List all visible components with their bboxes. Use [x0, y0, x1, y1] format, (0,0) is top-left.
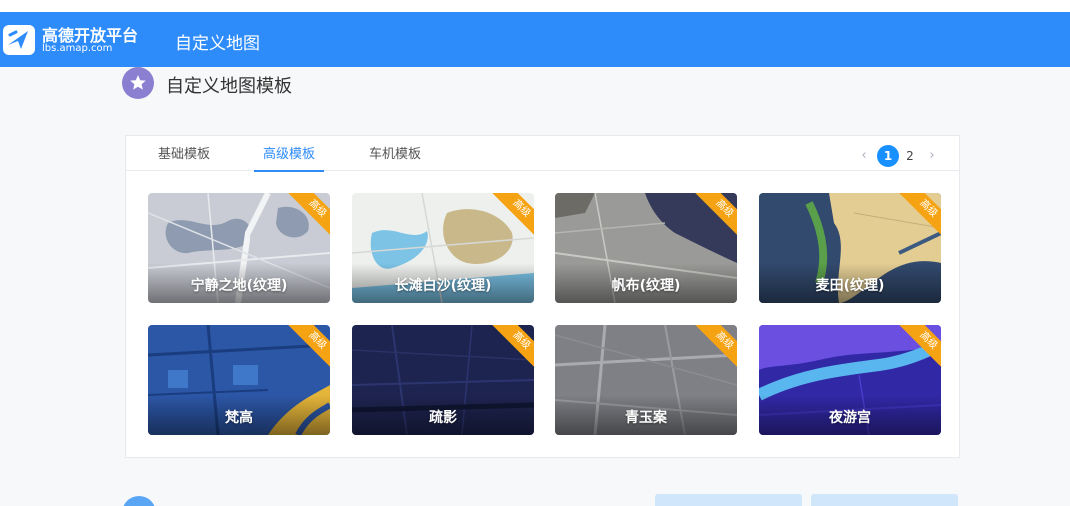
template-name: 青玉案	[625, 410, 667, 426]
page-1-button[interactable]: 1	[877, 145, 899, 167]
section-title: 自定义地图模板	[166, 76, 292, 97]
next-section-icon	[122, 496, 156, 506]
template-name: 长滩白沙(纹理)	[394, 278, 492, 294]
template-card[interactable]: 高级 帆布(纹理)	[555, 193, 737, 303]
template-name: 麦田(纹理)	[815, 278, 885, 294]
amap-logo[interactable]: 高德开放平台 lbs.amap.com	[2, 21, 142, 59]
nav-title[interactable]: 自定义地图	[175, 29, 260, 54]
prev-page-icon[interactable]: ‹	[853, 145, 875, 167]
template-card[interactable]: 高级 青玉案	[555, 325, 737, 435]
template-card[interactable]: 高级 宁静之地(纹理)	[148, 193, 330, 303]
star-icon	[122, 67, 154, 99]
template-name: 夜游宫	[829, 410, 871, 426]
template-name: 帆布(纹理)	[611, 278, 681, 294]
template-card[interactable]: 高级 麦田(纹理)	[759, 193, 941, 303]
template-name: 宁静之地(纹理)	[190, 278, 288, 294]
next-page-icon[interactable]: ›	[921, 145, 943, 167]
template-tabs: 基础模板 高级模板 车机模板 ‹ 1 2 ›	[126, 136, 959, 172]
template-card[interactable]: 高级 梵高	[148, 325, 330, 435]
brand-domain: lbs.amap.com	[42, 43, 113, 54]
top-strip	[0, 0, 1070, 12]
amap-logo-icon	[3, 25, 35, 55]
template-card[interactable]: 高级 夜游宫	[759, 325, 941, 435]
action-button[interactable]	[811, 494, 958, 506]
page-2-button[interactable]: 2	[899, 145, 921, 167]
template-panel: 基础模板 高级模板 车机模板 ‹ 1 2 › 高级 宁静之地(纹理) 高级 长滩…	[125, 135, 960, 458]
template-card[interactable]: 高级 疏影	[352, 325, 534, 435]
tab-car[interactable]: 车机模板	[369, 136, 421, 171]
pagination: ‹ 1 2 ›	[853, 145, 935, 167]
action-button[interactable]	[655, 494, 802, 506]
tab-basic[interactable]: 基础模板	[158, 136, 210, 171]
tab-advanced[interactable]: 高级模板	[253, 136, 325, 172]
top-navbar: 高德开放平台 lbs.amap.com 自定义地图	[0, 12, 1070, 67]
template-card[interactable]: 高级 长滩白沙(纹理)	[352, 193, 534, 303]
template-name: 梵高	[225, 410, 253, 426]
template-name: 疏影	[429, 410, 457, 426]
